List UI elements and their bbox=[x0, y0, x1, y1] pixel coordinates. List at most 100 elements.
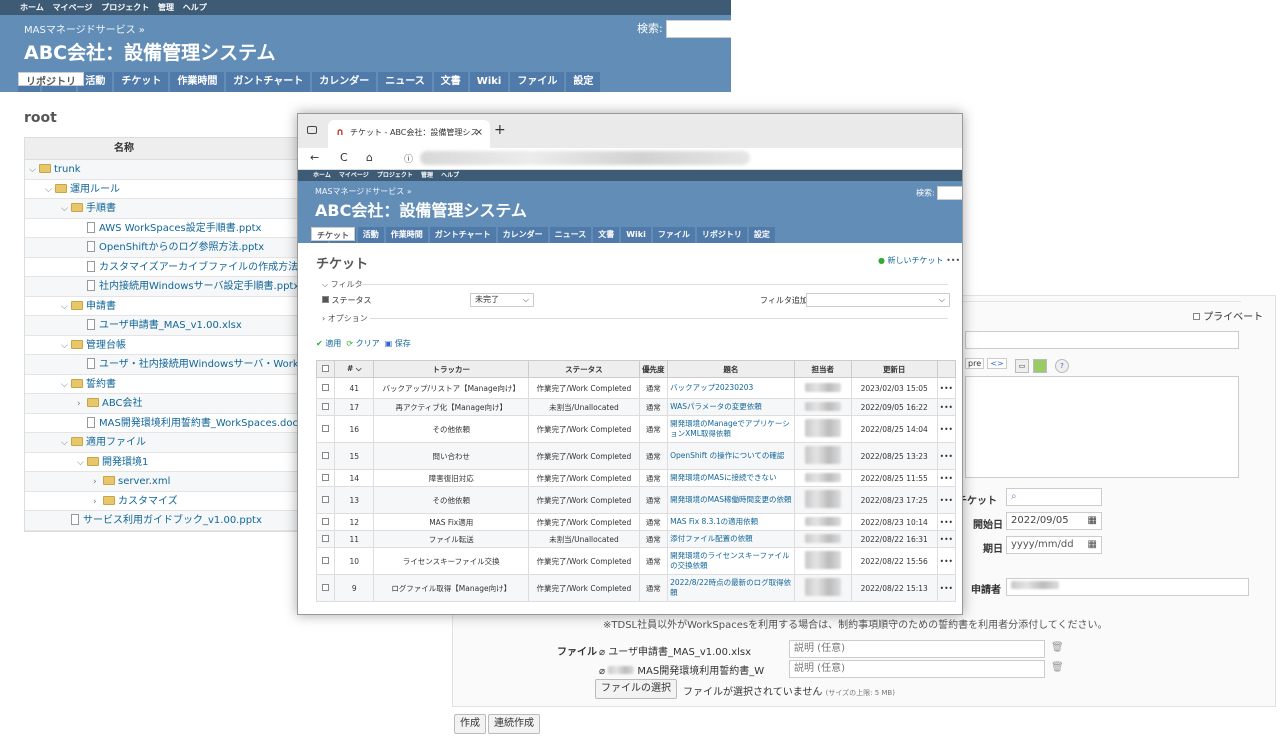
issue-subject[interactable]: 開発環境のライセンスキーファイルの交換依頼 bbox=[667, 547, 795, 575]
browser-tab-issues[interactable]: ∩ チケット - ABC会社：設備管理シス × bbox=[328, 120, 490, 148]
filter-fieldset[interactable]: ⌵ フィルタ bbox=[322, 279, 362, 290]
menu-projects[interactable]: プロジェクト bbox=[101, 3, 149, 12]
tab-settings[interactable]: 設定 bbox=[748, 227, 775, 243]
issue-id[interactable]: 12 bbox=[334, 513, 375, 531]
menu-home[interactable]: ホーム bbox=[313, 172, 331, 179]
parent-project-link[interactable]: MASマネージドサービス » bbox=[24, 21, 145, 36]
issue-row[interactable]: 12 MAS Fix適用 作業完了/Work Completed 通常 MAS Fix … bbox=[315, 513, 957, 531]
issue-id[interactable]: 11 bbox=[334, 530, 375, 548]
checkbox[interactable] bbox=[322, 473, 330, 481]
apply-link[interactable]: 適用 bbox=[325, 339, 341, 348]
status-filter-checkbox[interactable] bbox=[322, 296, 329, 303]
checkbox[interactable] bbox=[322, 402, 330, 410]
row-checkbox[interactable] bbox=[315, 530, 336, 548]
create-and-continue-button[interactable]: 連続作成 bbox=[488, 714, 540, 734]
issue-subject[interactable]: バックアップ20230203 bbox=[667, 377, 795, 399]
tree-item-name[interactable]: 手順書 bbox=[86, 203, 116, 214]
tab-time-entries[interactable]: 作業時間 bbox=[170, 72, 225, 92]
row-actions[interactable]: ••• bbox=[936, 574, 957, 602]
tree-item-name[interactable]: MAS開発環境利用誓約書_WorkSpaces.doc bbox=[99, 418, 298, 429]
tab-documents[interactable]: 文書 bbox=[433, 72, 468, 92]
tree-item-name[interactable]: 開発環境1 bbox=[102, 457, 148, 468]
row-checkbox[interactable] bbox=[315, 486, 336, 514]
row-actions[interactable]: ••• bbox=[936, 398, 957, 416]
chevron-right-icon[interactable]: › bbox=[93, 493, 103, 512]
menu-admin[interactable]: 管理 bbox=[158, 3, 174, 12]
close-tab-icon[interactable]: × bbox=[475, 120, 483, 146]
chevron-down-icon[interactable]: ⌵ bbox=[61, 200, 71, 219]
row-checkbox[interactable] bbox=[315, 398, 336, 416]
search-input[interactable] bbox=[666, 20, 731, 38]
code-button[interactable]: <> bbox=[987, 358, 1007, 369]
new-tab-button[interactable]: + bbox=[494, 122, 506, 138]
chevron-down-icon[interactable]: ⌵ bbox=[77, 454, 87, 473]
table-icon[interactable]: ▭ bbox=[1015, 359, 1029, 373]
chevron-down-icon[interactable]: ⌵ bbox=[61, 376, 71, 395]
tree-item-name[interactable]: 社内接続用Windowsサーバ設定手順書.pptx bbox=[99, 281, 299, 292]
issue-subject[interactable]: 添付ファイル配置の依頼 bbox=[667, 530, 795, 548]
issue-row[interactable]: 15 問い合わせ 作業完了/Work Completed 通常 OpenShift の操… bbox=[315, 442, 957, 470]
checkbox[interactable] bbox=[322, 495, 330, 503]
menu-projects[interactable]: プロジェクト bbox=[377, 172, 413, 179]
tab-files[interactable]: ファイル bbox=[652, 227, 695, 243]
issue-subject[interactable]: 開発環境のMAS稼働時間変更の依頼 bbox=[667, 486, 795, 514]
url-redacted[interactable] bbox=[420, 151, 750, 165]
row-checkbox[interactable] bbox=[315, 547, 336, 575]
menu-admin[interactable]: 管理 bbox=[421, 172, 433, 179]
checkbox[interactable] bbox=[322, 534, 330, 542]
issue-row[interactable]: 41 バックアップ/リストア【Manage向け】 作業完了/Work Complet… bbox=[315, 377, 957, 399]
tree-item-name[interactable]: 適用ファイル bbox=[86, 437, 146, 448]
chevron-down-icon[interactable]: ⌵ bbox=[45, 181, 55, 200]
issue-id[interactable]: 14 bbox=[334, 469, 375, 487]
tree-item-name[interactable]: サービス利用ガイドブック_v1.00.pptx bbox=[83, 515, 262, 526]
tab-news[interactable]: ニュース bbox=[378, 72, 432, 92]
tree-item-name[interactable]: AWS WorkSpaces設定手順書.pptx bbox=[99, 223, 261, 234]
checkbox[interactable] bbox=[322, 517, 330, 525]
menu-mypage[interactable]: マイページ bbox=[339, 172, 369, 179]
tab-gantt[interactable]: ガントチャート bbox=[429, 227, 496, 243]
row-checkbox[interactable] bbox=[315, 415, 336, 443]
row-actions[interactable]: ••• bbox=[936, 415, 957, 443]
row-checkbox[interactable] bbox=[315, 574, 336, 602]
column-subject[interactable]: 題名 bbox=[667, 360, 795, 378]
row-actions[interactable]: ••• bbox=[936, 530, 957, 548]
menu-help[interactable]: ヘルプ bbox=[441, 172, 459, 179]
calendar-icon[interactable]: ▦ bbox=[1088, 537, 1097, 553]
chevron-right-icon[interactable]: › bbox=[93, 473, 103, 492]
checkbox[interactable] bbox=[322, 383, 330, 391]
home-icon[interactable]: ⌂ bbox=[366, 151, 373, 164]
attachment-1-description[interactable]: 説明 (任意) bbox=[789, 640, 1045, 658]
tab-wiki[interactable]: Wiki bbox=[469, 72, 509, 92]
row-checkbox[interactable] bbox=[315, 442, 336, 470]
checkbox[interactable] bbox=[322, 583, 330, 591]
subject-input[interactable] bbox=[965, 331, 1239, 349]
parent-project-link[interactable]: MASマネージドサービス » bbox=[315, 186, 412, 197]
checkbox[interactable] bbox=[322, 451, 330, 459]
column-priority[interactable]: 優先度 bbox=[638, 360, 669, 378]
tree-item-name[interactable]: 申請書 bbox=[86, 301, 116, 312]
add-filter-select[interactable]: ⌵ bbox=[806, 293, 950, 307]
issue-id[interactable]: 13 bbox=[334, 486, 375, 514]
status-filter[interactable]: ステータス bbox=[322, 295, 372, 306]
private-checkbox[interactable]: プライベート bbox=[1193, 308, 1263, 323]
issue-row[interactable]: 17 再アクティブ化【Manage向け】 未割当/Unallocated 通常 WASパ… bbox=[315, 398, 957, 416]
issue-subject[interactable]: 開発環境のMASに接続できない bbox=[667, 469, 795, 487]
create-button[interactable]: 作成 bbox=[454, 714, 486, 734]
trash-icon[interactable]: 🗑 bbox=[1051, 662, 1064, 673]
chevron-down-icon[interactable]: ⌵ bbox=[29, 161, 39, 180]
row-actions[interactable]: ••• bbox=[936, 513, 957, 531]
clear-link[interactable]: クリア bbox=[356, 339, 380, 348]
column-updated[interactable]: 更新日 bbox=[850, 360, 938, 378]
tree-item-name[interactable]: 管理台帳 bbox=[86, 340, 126, 351]
tab-issues[interactable]: チケット bbox=[311, 227, 355, 241]
issue-subject[interactable]: 2022/8/22時点の最新のログ取得依頼 bbox=[667, 574, 795, 602]
tree-item-name[interactable]: 誓約書 bbox=[86, 379, 116, 390]
tab-gantt[interactable]: ガントチャート bbox=[226, 72, 311, 92]
tab-settings[interactable]: 設定 bbox=[566, 72, 601, 92]
issue-row[interactable]: 11 ファイル転送 未割当/Unallocated 通常 添付ファイル配置の依頼 2022… bbox=[315, 530, 957, 548]
row-actions[interactable]: ••• bbox=[936, 486, 957, 514]
issue-id[interactable]: 41 bbox=[334, 377, 375, 399]
tree-item-name[interactable]: カスタマイズアーカイブファイルの作成方法 bbox=[99, 262, 298, 273]
tree-item-name[interactable]: カスタマイズ bbox=[118, 496, 178, 507]
issue-row[interactable]: 16 その他依頼 作業完了/Work Completed 通常 開発環境のManageで… bbox=[315, 415, 957, 443]
